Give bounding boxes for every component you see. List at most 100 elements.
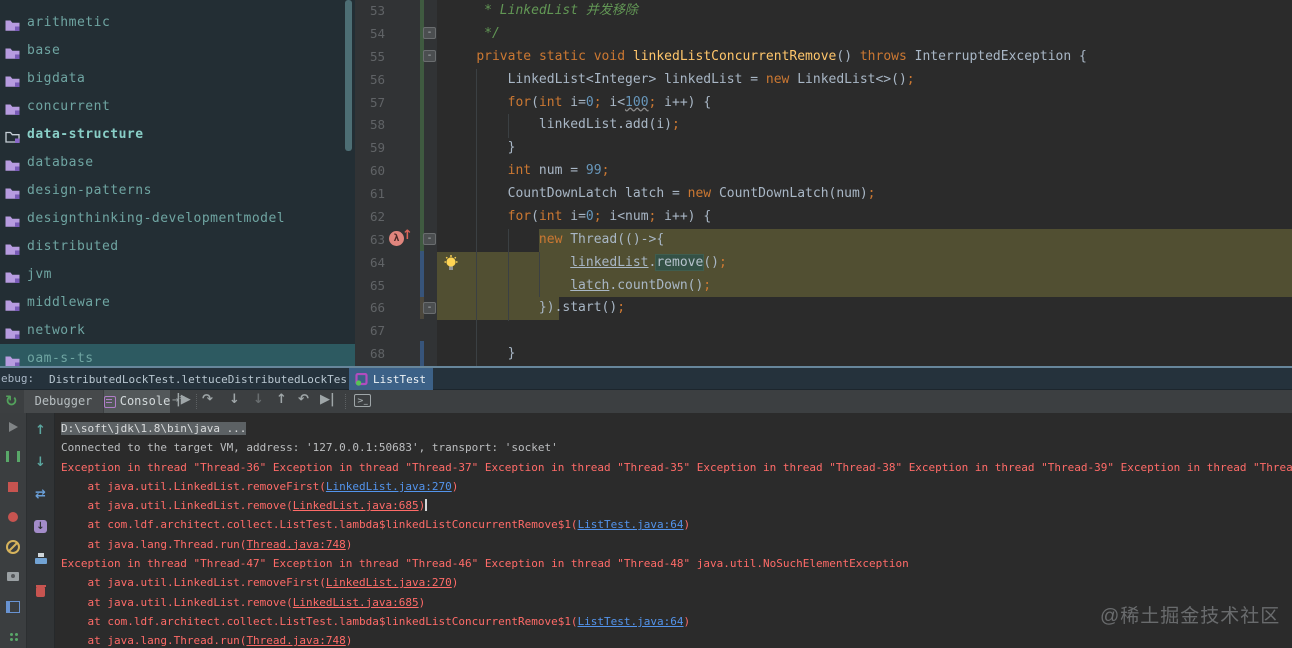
drop-frame-button[interactable]: ↶ [298,392,309,407]
line-number[interactable]: 67 [355,320,385,343]
line-number[interactable]: 58 [355,114,385,137]
folder-icon [5,212,20,227]
console-line: at java.util.LinkedList.removeFirst(Link… [61,479,459,493]
thread-dump-button[interactable] [6,570,20,583]
folder-icon [5,296,20,311]
view-breakpoints-button[interactable] [6,510,20,523]
code-line-64[interactable]: linkedList.remove(); [437,252,1292,275]
code-line-61[interactable]: CountDownLatch latch = new CountDownLatc… [437,183,1292,206]
tree-item-label: design-patterns [27,182,152,198]
line-number[interactable]: 61 [355,183,385,206]
line-number[interactable]: 68 [355,343,385,366]
run-button[interactable] [6,420,20,433]
stack-trace-link[interactable]: ListTest.java:64 [578,615,684,628]
step-out-button[interactable]: ↑ [276,392,287,407]
fold-marker-icon[interactable]: - [423,233,436,245]
code-lines: * LinkedList 并发移除 */ private static void… [437,0,1292,366]
project-tree-scrollbar[interactable] [345,0,352,151]
code-line-59[interactable]: } [437,137,1292,160]
stack-trace-link[interactable]: Thread.java:748 [246,538,345,551]
code-line-68[interactable]: } [437,343,1292,366]
show-execution-point-button[interactable]: |▶ [176,392,191,407]
code-line-62[interactable]: for(int i=0; i<num; i++) { [437,206,1292,229]
tree-item-arithmetic[interactable]: arithmetic [0,8,355,36]
debug-toolbar: ↻ Debugger Console →* |▶ ↷ ↓ ↓ ↑ ↶ ▶| >_ [0,390,1292,413]
debug-panel-label: ebug: [1,372,35,385]
stop-button[interactable] [6,480,20,493]
intention-bulb-icon[interactable] [443,255,459,276]
more-options-button[interactable] [6,630,20,643]
code-line-53[interactable]: * LinkedList 并发移除 [437,0,1292,23]
run-tab-distributedlocktest[interactable]: DistributedLockTest.lettuceDistributedLo… [38,368,346,390]
stack-trace-link[interactable]: ListTest.java:64 [578,518,684,531]
watermark: @稀土掘金技术社区 [1100,606,1281,627]
code-line-55[interactable]: private static void linkedListConcurrent… [437,46,1292,69]
soft-wrap-button[interactable]: ⇄ [34,487,48,502]
stack-trace-link[interactable]: Thread.java:748 [246,634,345,647]
step-into-button[interactable]: ↓ [229,392,240,407]
step-over-button[interactable]: ↷ [202,392,213,407]
console-line: Exception in thread "Thread-47" Exceptio… [61,557,909,571]
run-to-cursor-button[interactable]: ▶| [320,392,335,407]
line-number[interactable]: 55 [355,46,385,69]
line-number[interactable]: 56 [355,69,385,92]
code-line-56[interactable]: LinkedList<Integer> linkedList = new Lin… [437,69,1292,92]
next-occurrence-button[interactable]: ↓ [34,455,48,470]
lambda-breakpoint-icon[interactable]: λ ↑ [389,228,415,247]
tree-item-distributed[interactable]: distributed [0,232,355,260]
tree-item-database[interactable]: database [0,148,355,176]
line-number[interactable]: 66 [355,297,385,320]
code-line-57[interactable]: for(int i=0; i<100; i++) { [437,92,1292,115]
force-step-into-button[interactable]: ↓ [253,392,264,407]
evaluate-expression-button[interactable]: >_ [354,394,371,407]
mute-breakpoints-button[interactable] [6,540,20,553]
code-line-66[interactable]: }).start(); [437,297,1292,320]
stack-trace-link[interactable]: LinkedList.java:685 [293,499,419,512]
fold-marker-icon[interactable]: - [423,302,436,314]
code-line-65[interactable]: latch.countDown(); [437,275,1292,298]
folder-icon [5,156,20,171]
tree-item-design-patterns[interactable]: design-patterns [0,176,355,204]
tree-item-label: jvm [27,266,52,282]
line-number[interactable]: 64 [355,252,385,275]
code-editor[interactable]: * LinkedList 并发移除 */ private static void… [437,0,1292,366]
line-number[interactable]: 62 [355,206,385,229]
tree-item-bigdata[interactable]: bigdata [0,64,355,92]
line-number[interactable]: 57 [355,92,385,115]
tree-item-middleware[interactable]: middleware [0,288,355,316]
tree-item-network[interactable]: network [0,316,355,344]
tree-item-designthinking-developmentmodel[interactable]: designthinking-developmentmodel [0,204,355,232]
pause-button[interactable] [6,450,20,463]
fold-marker-icon[interactable]: - [423,27,436,39]
tree-item-oam-s-ts[interactable]: oam-s-ts [0,344,355,366]
line-number[interactable]: 60 [355,160,385,183]
code-line-63[interactable]: new Thread(()->{ [437,229,1292,252]
tree-item-jvm[interactable]: jvm [0,260,355,288]
tree-item-data-structure[interactable]: data-structure [0,120,355,148]
fold-marker-icon[interactable]: - [423,50,436,62]
stack-trace-link[interactable]: LinkedList.java:685 [293,596,419,609]
tree-item-label: data-structure [27,126,144,142]
line-number[interactable]: 53 [355,0,385,23]
stack-trace-link[interactable]: LinkedList.java:270 [326,480,452,493]
line-number[interactable]: 63 [355,229,385,252]
tree-item-base[interactable]: base [0,36,355,64]
prev-occurrence-button[interactable]: ↑ [34,423,48,438]
clear-console-button[interactable] [34,584,48,597]
line-number[interactable]: 65 [355,275,385,298]
console-line: at java.util.LinkedList.removeFirst(Link… [61,576,459,590]
stack-trace-link[interactable]: LinkedList.java:270 [326,576,452,589]
code-line-67[interactable] [437,320,1292,343]
code-line-58[interactable]: linkedList.add(i); [437,114,1292,137]
line-number[interactable]: 54 [355,23,385,46]
code-line-60[interactable]: int num = 99; [437,160,1292,183]
folder-icon [5,352,20,366]
run-tab-listtest[interactable]: ListTest [349,368,433,390]
code-line-54[interactable]: */ [437,23,1292,46]
print-button[interactable] [34,552,48,565]
scroll-to-end-button[interactable]: ↓ [34,520,47,533]
line-number[interactable]: 59 [355,137,385,160]
restore-layout-button[interactable] [6,600,20,613]
tree-item-concurrent[interactable]: concurrent [0,92,355,120]
editor-gutter[interactable]: 53 54 55 56 57 58 59 60 61 62 63 64 65 66 67 68 - - - - λ … [355,0,437,366]
